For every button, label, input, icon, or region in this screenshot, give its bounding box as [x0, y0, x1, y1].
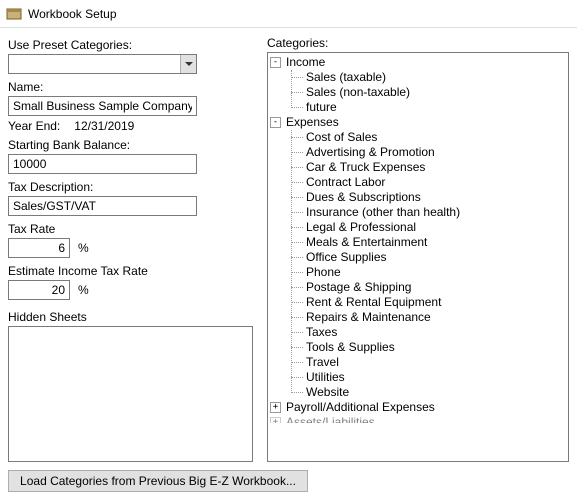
- left-column: Use Preset Categories: Name: Year End: 1…: [8, 36, 253, 462]
- tree-leaf[interactable]: Phone: [286, 265, 566, 280]
- tree-leaf[interactable]: Repairs & Maintenance: [286, 310, 566, 325]
- preset-categories-select[interactable]: [8, 54, 197, 74]
- tree-leaf[interactable]: Postage & Shipping: [286, 280, 566, 295]
- tree-leaf[interactable]: Contract Labor: [286, 175, 566, 190]
- right-column: Categories: -IncomeSales (taxable)Sales …: [267, 36, 569, 462]
- name-input[interactable]: [8, 96, 197, 116]
- tree-leaf[interactable]: Legal & Professional: [286, 220, 566, 235]
- tree-leaf[interactable]: Office Supplies: [286, 250, 566, 265]
- tax-rate-input[interactable]: [8, 238, 70, 258]
- tree-leaf[interactable]: Taxes: [286, 325, 566, 340]
- titlebar: Workbook Setup: [0, 0, 577, 28]
- app-icon: [6, 6, 22, 22]
- tree-node-label: Assets/Liabilities: [286, 415, 375, 423]
- year-end-label: Year End:: [8, 119, 60, 133]
- preset-categories-label: Use Preset Categories:: [8, 38, 253, 52]
- tree-leaf[interactable]: Car & Truck Expenses: [286, 160, 566, 175]
- tree-leaf-label: Travel: [306, 355, 339, 370]
- hidden-sheets-label: Hidden Sheets: [8, 310, 253, 324]
- load-categories-button[interactable]: Load Categories from Previous Big E-Z Wo…: [8, 470, 308, 492]
- tree-leaf-label: Car & Truck Expenses: [306, 160, 425, 175]
- tree-leaf-label: Insurance (other than health): [306, 205, 460, 220]
- tree-leaf-label: Dues & Subscriptions: [306, 190, 421, 205]
- tree-leaf-label: Repairs & Maintenance: [306, 310, 431, 325]
- tree-leaf[interactable]: Advertising & Promotion: [286, 145, 566, 160]
- estimate-income-tax-percent: %: [78, 283, 89, 297]
- content-area: Use Preset Categories: Name: Year End: 1…: [0, 28, 577, 466]
- tree-node-label: Payroll/Additional Expenses: [286, 400, 435, 415]
- tree-node-income[interactable]: -IncomeSales (taxable)Sales (non-taxable…: [270, 55, 566, 115]
- tree-leaf-label: Contract Labor: [306, 175, 385, 190]
- tree-leaf[interactable]: Cost of Sales: [286, 130, 566, 145]
- tree-leaf-label: Advertising & Promotion: [306, 145, 435, 160]
- preset-categories-value[interactable]: [8, 54, 197, 74]
- tree-leaf[interactable]: Sales (non-taxable): [286, 85, 566, 100]
- collapse-icon[interactable]: -: [270, 57, 281, 68]
- tax-rate-label: Tax Rate: [8, 222, 253, 236]
- tree-leaf[interactable]: Rent & Rental Equipment: [286, 295, 566, 310]
- starting-balance-input[interactable]: [8, 154, 197, 174]
- tree-leaf[interactable]: Travel: [286, 355, 566, 370]
- tree-leaf-label: future: [306, 100, 337, 115]
- tree-leaf-label: Sales (non-taxable): [306, 85, 410, 100]
- hidden-sheets-listbox[interactable]: [8, 326, 253, 462]
- tree-leaf-label: Office Supplies: [306, 250, 387, 265]
- tree-leaf-label: Cost of Sales: [306, 130, 377, 145]
- tree-leaf[interactable]: Utilities: [286, 370, 566, 385]
- tree-leaf[interactable]: Insurance (other than health): [286, 205, 566, 220]
- expand-icon[interactable]: +: [270, 417, 281, 423]
- tree-leaf[interactable]: Tools & Supplies: [286, 340, 566, 355]
- tree-leaf-label: Utilities: [306, 370, 345, 385]
- tree-leaf-label: Rent & Rental Equipment: [306, 295, 441, 310]
- workbook-setup-window: Workbook Setup Use Preset Categories: Na…: [0, 0, 577, 500]
- tree-leaf[interactable]: Meals & Entertainment: [286, 235, 566, 250]
- tree-leaf-label: Website: [306, 385, 349, 400]
- tree-leaf[interactable]: Website: [286, 385, 566, 400]
- tree-leaf-label: Taxes: [306, 325, 337, 340]
- tax-rate-percent: %: [78, 241, 89, 255]
- tree-node-label: Income: [286, 55, 325, 70]
- preset-categories-dropdown-button[interactable]: [180, 55, 196, 73]
- categories-label: Categories:: [267, 36, 569, 50]
- tree-node-label: Expenses: [286, 115, 339, 130]
- tree-leaf[interactable]: future: [286, 100, 566, 115]
- collapse-icon[interactable]: -: [270, 117, 281, 128]
- tree-leaf-label: Tools & Supplies: [306, 340, 395, 355]
- name-label: Name:: [8, 80, 253, 94]
- tree-leaf[interactable]: Dues & Subscriptions: [286, 190, 566, 205]
- estimate-income-tax-input[interactable]: [8, 280, 70, 300]
- tree-leaf[interactable]: Sales (taxable): [286, 70, 566, 85]
- year-end-value: 12/31/2019: [74, 119, 134, 133]
- tax-description-label: Tax Description:: [8, 180, 253, 194]
- bottom-bar: Load Categories from Previous Big E-Z Wo…: [0, 466, 577, 500]
- categories-tree[interactable]: -IncomeSales (taxable)Sales (non-taxable…: [267, 52, 569, 462]
- window-title: Workbook Setup: [28, 7, 117, 21]
- tree-node-assets[interactable]: + Assets/Liabilities: [270, 415, 566, 423]
- estimate-income-tax-label: Estimate Income Tax Rate: [8, 264, 253, 278]
- starting-balance-label: Starting Bank Balance:: [8, 138, 253, 152]
- tree-leaf-label: Sales (taxable): [306, 70, 386, 85]
- expand-icon[interactable]: +: [270, 402, 281, 413]
- tree-leaf-label: Postage & Shipping: [306, 280, 411, 295]
- tree-leaf-label: Phone: [306, 265, 341, 280]
- chevron-down-icon: [185, 60, 193, 68]
- tree-node-expenses[interactable]: -ExpensesCost of SalesAdvertising & Prom…: [270, 115, 566, 400]
- tree-node-payroll[interactable]: + Payroll/Additional Expenses: [270, 400, 566, 415]
- tree-leaf-label: Legal & Professional: [306, 220, 416, 235]
- tax-description-input[interactable]: [8, 196, 197, 216]
- tree-leaf-label: Meals & Entertainment: [306, 235, 427, 250]
